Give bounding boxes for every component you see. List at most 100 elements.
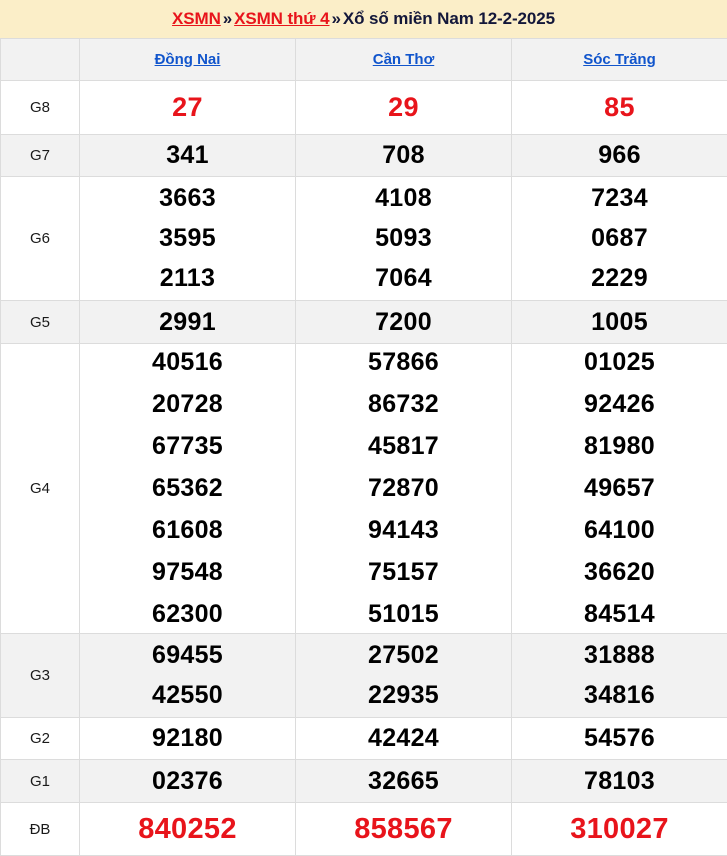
prize-cell: 40516207286773565362616089754862300 bbox=[80, 344, 296, 634]
lottery-number: 42424 bbox=[368, 726, 439, 751]
prize-cell: 1005 bbox=[512, 301, 727, 344]
number-stack: 27 bbox=[80, 94, 295, 121]
number-stack: 54576 bbox=[512, 726, 727, 751]
lottery-number: 5093 bbox=[375, 226, 432, 251]
prize-label-g7: G7 bbox=[1, 135, 80, 177]
number-stack: 708 bbox=[296, 143, 511, 168]
prize-label-g4: G4 bbox=[1, 344, 80, 634]
lottery-number: 65362 bbox=[152, 476, 223, 501]
prize-cell: 78103 bbox=[512, 760, 727, 803]
lottery-number: 61608 bbox=[152, 518, 223, 543]
province-header-2: Sóc Trăng bbox=[512, 39, 727, 81]
province-link-0[interactable]: Đồng Nai bbox=[155, 51, 221, 68]
lottery-number: 45817 bbox=[368, 434, 439, 459]
prize-cell: 2750222935 bbox=[296, 634, 512, 718]
breadcrumb: XSMN»XSMN thứ 4»Xổ số miền Nam 12-2-2025 bbox=[172, 9, 555, 29]
lottery-number: 7064 bbox=[375, 266, 432, 291]
prize-cell: 42424 bbox=[296, 718, 512, 760]
table-row: G3 69455 42550 27502229353188834816 bbox=[1, 634, 727, 718]
lottery-number: 42550 bbox=[152, 683, 223, 708]
province-link-1[interactable]: Cần Thơ bbox=[373, 51, 435, 68]
table-body: G8272985G7341708966G63663359521134108509… bbox=[1, 81, 727, 856]
prize-cell: 01025924268198049657641003662084514 bbox=[512, 344, 727, 634]
lottery-number: 0687 bbox=[591, 226, 648, 251]
prize-cell: 7234 0687 2229 bbox=[512, 177, 727, 301]
number-stack: 85 bbox=[512, 94, 727, 121]
lottery-number: 92426 bbox=[584, 392, 655, 417]
breadcrumb-link-xsmn-thu-4[interactable]: XSMN thứ 4 bbox=[234, 9, 329, 28]
number-stack: 01025924268198049657641003662084514 bbox=[512, 350, 727, 627]
table-row: G6366335952113410850937064723406872229 bbox=[1, 177, 727, 301]
lottery-number: 20728 bbox=[152, 392, 223, 417]
number-stack: 366335952113 bbox=[80, 186, 295, 291]
breadcrumb-separator-2: » bbox=[330, 9, 343, 28]
prize-cell: 966 bbox=[512, 135, 727, 177]
prize-label-g3: G3 bbox=[1, 634, 80, 718]
lottery-number: 27 bbox=[172, 94, 203, 121]
prize-label-g1: G1 bbox=[1, 760, 80, 803]
prize-cell: 341 bbox=[80, 135, 296, 177]
lottery-number: 49657 bbox=[584, 476, 655, 501]
page-title: Xổ số miền Nam 12-2-2025 bbox=[343, 9, 555, 28]
prize-cell: 310027 bbox=[512, 803, 727, 856]
table-row: G5 2991 72001005 bbox=[1, 301, 727, 344]
prize-cell: 29 bbox=[296, 81, 512, 135]
prize-cell: 366335952113 bbox=[80, 177, 296, 301]
table-row: G1 02376 32665 78103 bbox=[1, 760, 727, 803]
lottery-number: 01025 bbox=[584, 350, 655, 375]
prize-cell: 92180 bbox=[80, 718, 296, 760]
lottery-number: 62300 bbox=[152, 602, 223, 627]
number-stack: 3188834816 bbox=[512, 643, 727, 708]
breadcrumb-separator-1: » bbox=[221, 9, 234, 28]
prize-label-g5: G5 bbox=[1, 301, 80, 344]
number-stack: 29 bbox=[296, 94, 511, 121]
prize-cell: 69455 42550 bbox=[80, 634, 296, 718]
prize-cell: 7200 bbox=[296, 301, 512, 344]
number-stack: 4108 5093 7064 bbox=[296, 186, 511, 291]
lottery-number: 57866 bbox=[368, 350, 439, 375]
number-stack: 858567 bbox=[296, 815, 511, 844]
lottery-number: 840252 bbox=[138, 815, 237, 844]
lottery-results-table: Đồng Nai Cần Thơ Sóc Trăng G8 27 29 85 G7341… bbox=[0, 38, 727, 856]
lottery-number: 27502 bbox=[368, 643, 439, 668]
lottery-number: 32665 bbox=[368, 769, 439, 794]
prize-cell: 2991 bbox=[80, 301, 296, 344]
prize-cell: 57866867324581772870941437515751015 bbox=[296, 344, 512, 634]
table-row: G440516207286773565362616089754862300578… bbox=[1, 344, 727, 634]
lottery-number: 72870 bbox=[368, 476, 439, 501]
number-stack: 7200 bbox=[296, 310, 511, 335]
lottery-number: 858567 bbox=[354, 815, 453, 844]
lottery-number: 2229 bbox=[591, 266, 648, 291]
breadcrumb-banner: XSMN»XSMN thứ 4»Xổ số miền Nam 12-2-2025 bbox=[0, 0, 727, 38]
lottery-number: 85 bbox=[604, 94, 635, 121]
prize-label-g8: G8 bbox=[1, 81, 80, 135]
table-row: G2921804242454576 bbox=[1, 718, 727, 760]
breadcrumb-link-xsmn[interactable]: XSMN bbox=[172, 9, 221, 28]
lottery-number: 69455 bbox=[152, 643, 223, 668]
province-link-2[interactable]: Sóc Trăng bbox=[583, 51, 656, 68]
prize-label-đb: ĐB bbox=[1, 803, 80, 856]
prize-cell: 840252 bbox=[80, 803, 296, 856]
table-header-row: Đồng Nai Cần Thơ Sóc Trăng bbox=[1, 39, 727, 81]
lottery-number: 81980 bbox=[584, 434, 655, 459]
lottery-number: 84514 bbox=[584, 602, 655, 627]
lottery-number: 86732 bbox=[368, 392, 439, 417]
number-stack: 2750222935 bbox=[296, 643, 511, 708]
lottery-number: 7234 bbox=[591, 186, 648, 211]
lottery-number: 708 bbox=[382, 143, 425, 168]
prize-cell: 4108 5093 7064 bbox=[296, 177, 512, 301]
lottery-number: 02376 bbox=[152, 769, 223, 794]
number-stack: 92180 bbox=[80, 726, 295, 751]
lottery-number: 36620 bbox=[584, 560, 655, 585]
number-stack: 1005 bbox=[512, 310, 727, 335]
number-stack: 2991 bbox=[80, 310, 295, 335]
number-stack: 57866867324581772870941437515751015 bbox=[296, 350, 511, 627]
table-row: G8 27 29 85 bbox=[1, 81, 727, 135]
number-stack: 40516207286773565362616089754862300 bbox=[80, 350, 295, 627]
lottery-number: 2991 bbox=[159, 310, 216, 335]
lottery-number: 3595 bbox=[159, 226, 216, 251]
lottery-number: 4108 bbox=[375, 186, 432, 211]
prize-cell: 85 bbox=[512, 81, 727, 135]
table-row: ĐB 840252 858567 310027 bbox=[1, 803, 727, 856]
number-stack: 32665 bbox=[296, 769, 511, 794]
